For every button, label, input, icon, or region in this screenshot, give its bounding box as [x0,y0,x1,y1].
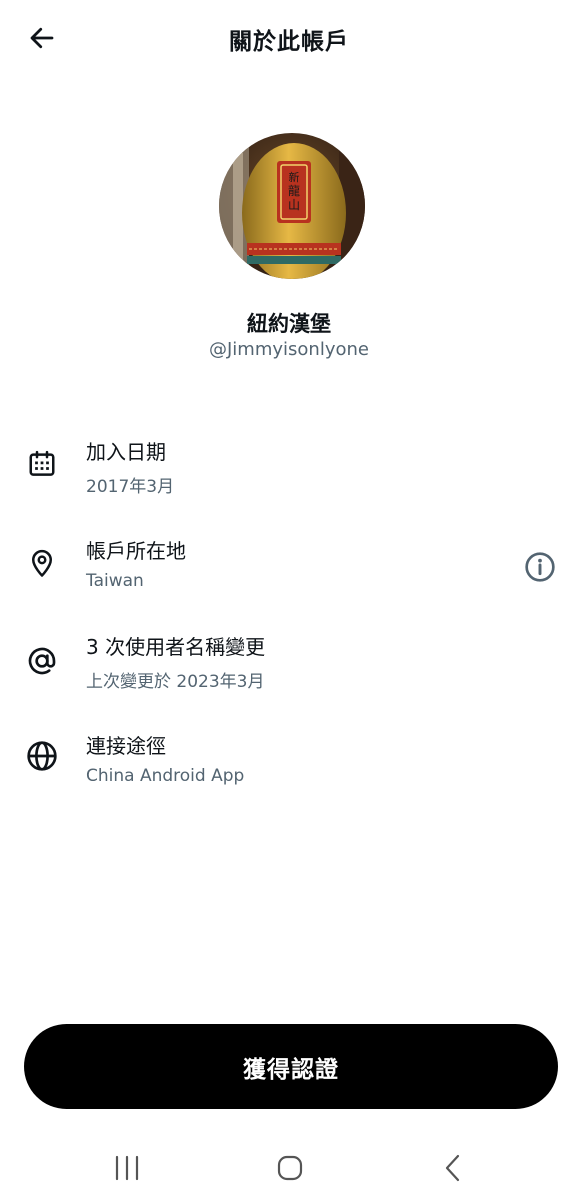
info-icon [525,552,555,582]
temple-lantern-avatar: 新 龍 山 [219,133,365,279]
home-icon [277,1155,303,1181]
detail-row-username-changes: 3 次使用者名稱變更 上次變更於 2023年3月 [0,631,578,707]
avatar[interactable]: 新 龍 山 [219,133,365,279]
connected-via-value: China Android App [86,766,245,786]
location-pin-icon [24,545,60,581]
detail-row-join-date: 加入日期 2017年3月 [0,436,578,512]
calendar-icon [24,446,60,482]
join-date-label: 加入日期 [86,440,166,464]
username-changes-label: 3 次使用者名稱變更 [86,635,266,659]
page-title: 關於此帳戶 [229,29,349,55]
username-changes-value: 上次變更於 2023年3月 [86,672,265,692]
recents-icon [115,1155,139,1181]
join-date-value: 2017年3月 [86,477,175,497]
svg-text:山: 山 [288,198,300,212]
recents-button[interactable] [102,1148,152,1188]
system-nav-bar [0,1136,578,1200]
display-name: 紐約漢堡 [247,312,331,336]
detail-row-connected-via: 連接途徑 China Android App [0,730,578,806]
svg-text:新: 新 [289,170,300,184]
location-info-button[interactable] [522,549,558,585]
at-sign-icon [24,643,60,679]
home-button[interactable] [265,1148,315,1188]
nav-back-icon [445,1154,460,1182]
svg-text:龍: 龍 [288,183,300,198]
account-location-value: Taiwan [86,571,144,591]
detail-row-account-location: 帳戶所在地 Taiwan [0,535,578,611]
user-handle: @Jimmyisonlyone [209,339,369,360]
account-location-label: 帳戶所在地 [86,539,186,563]
top-bar: 關於此帳戶 [0,0,578,76]
connected-via-label: 連接途徑 [86,734,166,758]
get-verified-button[interactable]: 獲得認證 [24,1024,558,1109]
system-back-button[interactable] [428,1148,478,1188]
globe-icon [24,738,60,774]
